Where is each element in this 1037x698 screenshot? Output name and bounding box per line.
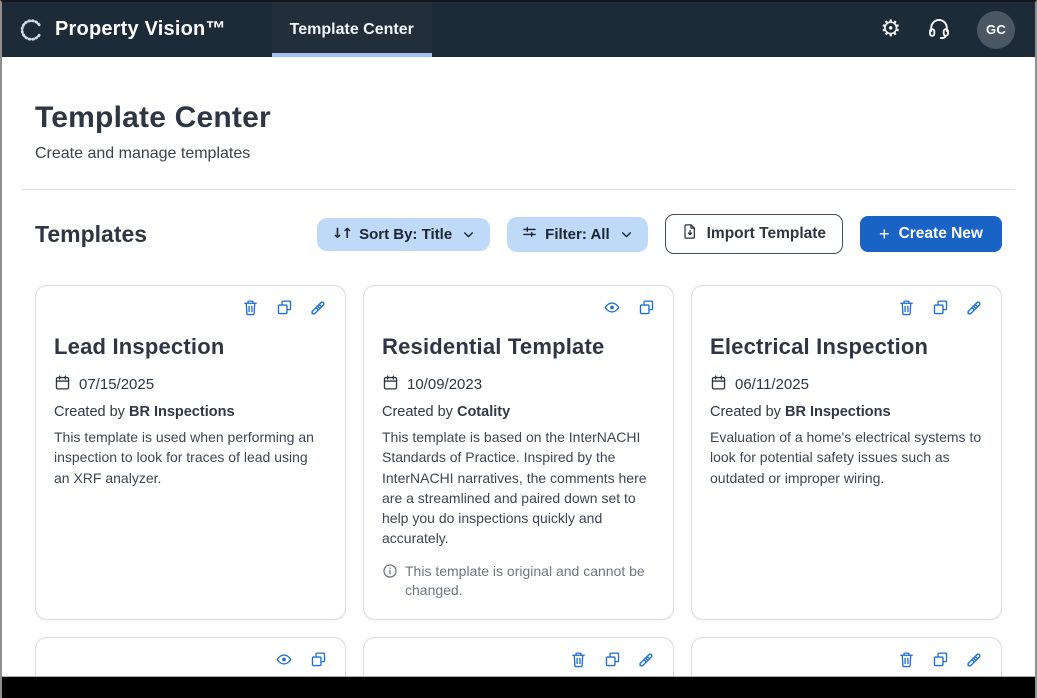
window-bottom-edge [2,676,1035,698]
support-button[interactable] [927,16,951,43]
pencil-icon [966,651,983,673]
copy-icon [310,651,327,673]
delete-button[interactable] [242,299,259,321]
template-date: 06/11/2025 [710,374,983,395]
headset-icon [927,16,951,43]
trash-icon [570,651,587,673]
calendar-icon [382,374,399,395]
import-template-label: Import Template [707,225,826,243]
card-actions [54,651,327,673]
template-date-text: 10/09/2023 [407,376,482,393]
page-header: Template Center Create and manage templa… [2,57,1035,163]
template-description: Evaluation of a home's electrical system… [710,427,983,488]
pencil-icon [310,299,327,321]
top-navigation-bar: Property Vision™ Template Center ⚙ GC [2,2,1035,57]
trash-icon [898,299,915,321]
card-actions [710,651,983,673]
duplicate-button[interactable] [310,651,327,673]
duplicate-button[interactable] [932,299,949,321]
template-note: This template is original and cannot be … [382,562,655,601]
page-subtitle: Create and manage templates [35,145,1002,163]
template-date: 07/15/2025 [54,374,327,395]
sort-arrows-icon: ↓↑ [332,226,351,242]
template-grid: Lead Inspection 07/15/2025 Created by BR… [2,285,1035,698]
sort-by-label: Sort By: Title [359,226,452,243]
template-description: This template is used when performing an… [54,427,327,488]
eye-icon [275,651,293,673]
pencil-icon [966,299,983,321]
import-document-icon [682,223,698,245]
view-button[interactable] [603,299,621,321]
template-title: Electrical Inspection [710,334,983,360]
filter-sliders-icon [522,225,537,244]
card-actions [710,299,983,321]
page-title: Template Center [35,101,1002,135]
filter-dropdown[interactable]: Filter: All [507,217,647,252]
template-date-text: 06/11/2025 [735,376,809,393]
template-date-text: 07/15/2025 [79,376,154,393]
eye-icon [603,299,621,321]
info-icon [382,562,398,601]
edit-button[interactable] [966,299,983,321]
duplicate-button[interactable] [932,651,949,673]
user-avatar[interactable]: GC [977,11,1015,49]
copy-icon [638,299,655,321]
template-created-by: Created by Cotality [382,404,655,420]
plus-icon: + [879,225,890,243]
template-title: Residential Template [382,334,655,360]
brand-title: Property Vision™ [55,18,226,41]
brand: Property Vision™ [18,2,226,57]
template-card: Lead Inspection 07/15/2025 Created by BR… [35,285,346,620]
template-title: Lead Inspection [54,334,327,360]
company-logo-icon [18,17,44,43]
template-created-by: Created by BR Inspections [54,404,327,420]
tab-template-center[interactable]: Template Center [272,2,432,57]
app-window: Property Vision™ Template Center ⚙ GC [0,0,1037,698]
template-date: 10/09/2023 [382,374,655,395]
chevron-down-icon [462,228,475,241]
edit-button[interactable] [310,299,327,321]
sort-by-dropdown[interactable]: ↓↑ Sort By: Title [317,218,491,251]
template-created-by: Created by BR Inspections [710,404,983,420]
import-template-button[interactable]: Import Template [665,214,843,254]
copy-icon [932,299,949,321]
create-new-button[interactable]: + Create New [860,216,1002,252]
templates-toolbar: Templates ↓↑ Sort By: Title Filter: All [2,190,1035,254]
calendar-icon [710,374,727,395]
settings-button[interactable]: ⚙ [880,18,901,41]
template-note-text: This template is original and cannot be … [405,562,655,601]
delete-button[interactable] [898,651,915,673]
copy-icon [604,651,621,673]
topbar-actions: ⚙ GC [880,2,1035,57]
template-card: Residential Template 10/09/2023 Created … [363,285,674,620]
trash-icon [898,651,915,673]
templates-section-title: Templates [35,221,147,248]
copy-icon [276,299,293,321]
card-actions [54,299,327,321]
calendar-icon [54,374,71,395]
card-actions [382,299,655,321]
copy-icon [932,651,949,673]
chevron-down-icon [620,228,633,241]
edit-button[interactable] [638,651,655,673]
template-card: Electrical Inspection 06/11/2025 Created… [691,285,1002,620]
toolbar-controls: ↓↑ Sort By: Title Filter: All [317,214,1002,254]
pencil-icon [638,651,655,673]
create-new-label: Create New [899,225,983,243]
duplicate-button[interactable] [638,299,655,321]
filter-label: Filter: All [545,226,609,243]
gear-icon: ⚙ [880,18,901,41]
delete-button[interactable] [570,651,587,673]
edit-button[interactable] [966,651,983,673]
duplicate-button[interactable] [604,651,621,673]
view-button[interactable] [275,651,293,673]
card-actions [382,651,655,673]
trash-icon [242,299,259,321]
duplicate-button[interactable] [276,299,293,321]
template-description: This template is based on the InterNACHI… [382,427,655,549]
delete-button[interactable] [898,299,915,321]
